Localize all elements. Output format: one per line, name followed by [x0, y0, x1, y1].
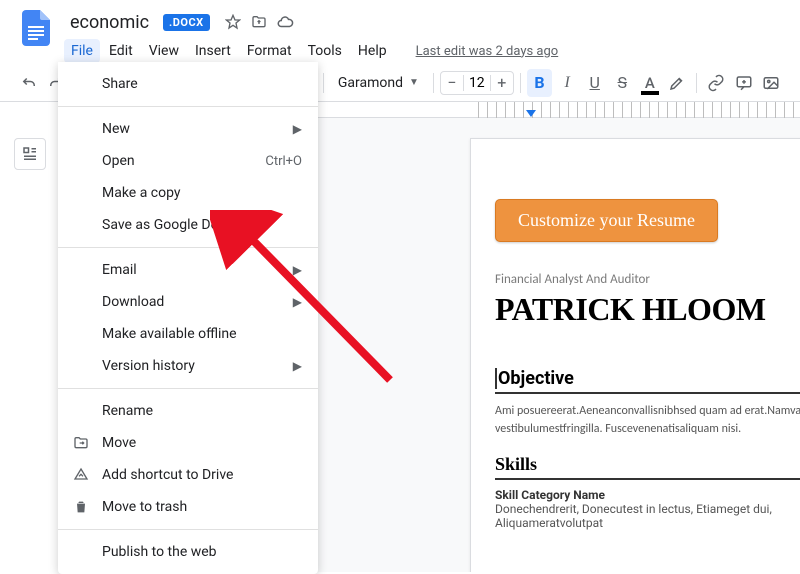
- font-family-select[interactable]: Garamond ▼: [330, 71, 427, 95]
- font-size-value[interactable]: 12: [463, 75, 491, 91]
- document-page[interactable]: Customize your Resume Financial Analyst …: [470, 138, 800, 572]
- skill-desc-2: Done Done Aliqu: [772, 558, 800, 572]
- text-color-button[interactable]: A: [637, 69, 663, 97]
- undo-button[interactable]: [16, 69, 42, 97]
- menu-format[interactable]: Format: [240, 39, 299, 63]
- italic-button[interactable]: I: [554, 69, 580, 97]
- strikethrough-button[interactable]: S: [610, 69, 636, 97]
- font-size-decrease[interactable]: −: [441, 72, 463, 94]
- skill-category-1: Skill Category Name: [495, 488, 772, 502]
- file-menu-version-history[interactable]: Version history▶: [58, 350, 318, 382]
- resume-name: PATRICK HLOOM: [495, 291, 800, 328]
- skill-desc-1: Donechendrerit, Donecutest in lectus, Et…: [495, 502, 772, 530]
- menu-help[interactable]: Help: [351, 39, 394, 63]
- indent-marker-icon[interactable]: [526, 110, 536, 117]
- file-menu-publish[interactable]: Publish to the web: [58, 536, 318, 568]
- file-menu-offline[interactable]: Make available offline: [58, 318, 318, 350]
- drive-shortcut-icon: [72, 466, 90, 484]
- insert-link-button[interactable]: [703, 69, 729, 97]
- file-menu-new[interactable]: New▶: [58, 113, 318, 145]
- chevron-right-icon: ▶: [293, 122, 302, 136]
- file-menu-rename[interactable]: Rename: [58, 395, 318, 427]
- menu-file[interactable]: File: [64, 39, 100, 63]
- move-icon: [72, 434, 90, 452]
- customize-resume-button[interactable]: Customize your Resume: [495, 199, 718, 242]
- last-edit-link[interactable]: Last edit was 2 days ago: [416, 44, 559, 59]
- font-size-increase[interactable]: +: [491, 72, 513, 94]
- add-comment-button[interactable]: [731, 69, 757, 97]
- menu-edit[interactable]: Edit: [102, 39, 140, 63]
- objective-heading: Objective: [495, 368, 800, 394]
- menu-bar: File Edit View Insert Format Tools Help …: [64, 38, 784, 64]
- menu-tools[interactable]: Tools: [301, 39, 349, 63]
- menu-view[interactable]: View: [142, 39, 186, 63]
- chevron-down-icon: ▼: [409, 77, 419, 88]
- file-menu-download[interactable]: Download▶: [58, 286, 318, 318]
- menu-insert[interactable]: Insert: [188, 39, 238, 63]
- font-family-label: Garamond: [338, 75, 403, 91]
- file-menu-make-copy[interactable]: Make a copy: [58, 177, 318, 209]
- file-menu-save-as-gdocs[interactable]: Save as Google Docs: [58, 209, 318, 241]
- shortcut-label: Ctrl+O: [265, 154, 302, 169]
- chevron-right-icon: ▶: [293, 359, 302, 373]
- file-dropdown: Share New▶ OpenCtrl+O Make a copy Save a…: [58, 62, 318, 574]
- docx-badge: .DOCX: [163, 14, 210, 31]
- resume-subtitle: Financial Analyst And Auditor: [495, 272, 800, 287]
- move-folder-icon[interactable]: [248, 11, 270, 33]
- chevron-right-icon: ▶: [293, 263, 302, 277]
- underline-button[interactable]: U: [582, 69, 608, 97]
- chevron-right-icon: ▶: [293, 295, 302, 309]
- insert-image-button[interactable]: [758, 69, 784, 97]
- file-menu-share[interactable]: Share: [58, 68, 318, 100]
- docs-logo[interactable]: [16, 8, 56, 48]
- cloud-status-icon[interactable]: [274, 11, 296, 33]
- docs-logo-icon: [22, 10, 50, 46]
- file-menu-trash[interactable]: Move to trash: [58, 491, 318, 523]
- outline-toggle[interactable]: [14, 138, 46, 170]
- skill-category-2: Anoth: [772, 516, 800, 530]
- font-size-group: − 12 +: [440, 71, 514, 95]
- skills-heading: Skills: [495, 454, 800, 480]
- file-menu-open[interactable]: OpenCtrl+O: [58, 145, 318, 177]
- star-icon[interactable]: [222, 11, 244, 33]
- file-menu-add-shortcut[interactable]: Add shortcut to Drive: [58, 459, 318, 491]
- file-menu-email[interactable]: Email▶: [58, 254, 318, 286]
- bold-button[interactable]: B: [527, 69, 553, 97]
- trash-icon: [72, 498, 90, 516]
- objective-text: Ami posuereerat.Aeneanconvallisnibhsed q…: [495, 402, 800, 438]
- highlight-button[interactable]: [665, 69, 691, 97]
- document-title[interactable]: economic: [64, 10, 155, 35]
- file-menu-move[interactable]: Move: [58, 427, 318, 459]
